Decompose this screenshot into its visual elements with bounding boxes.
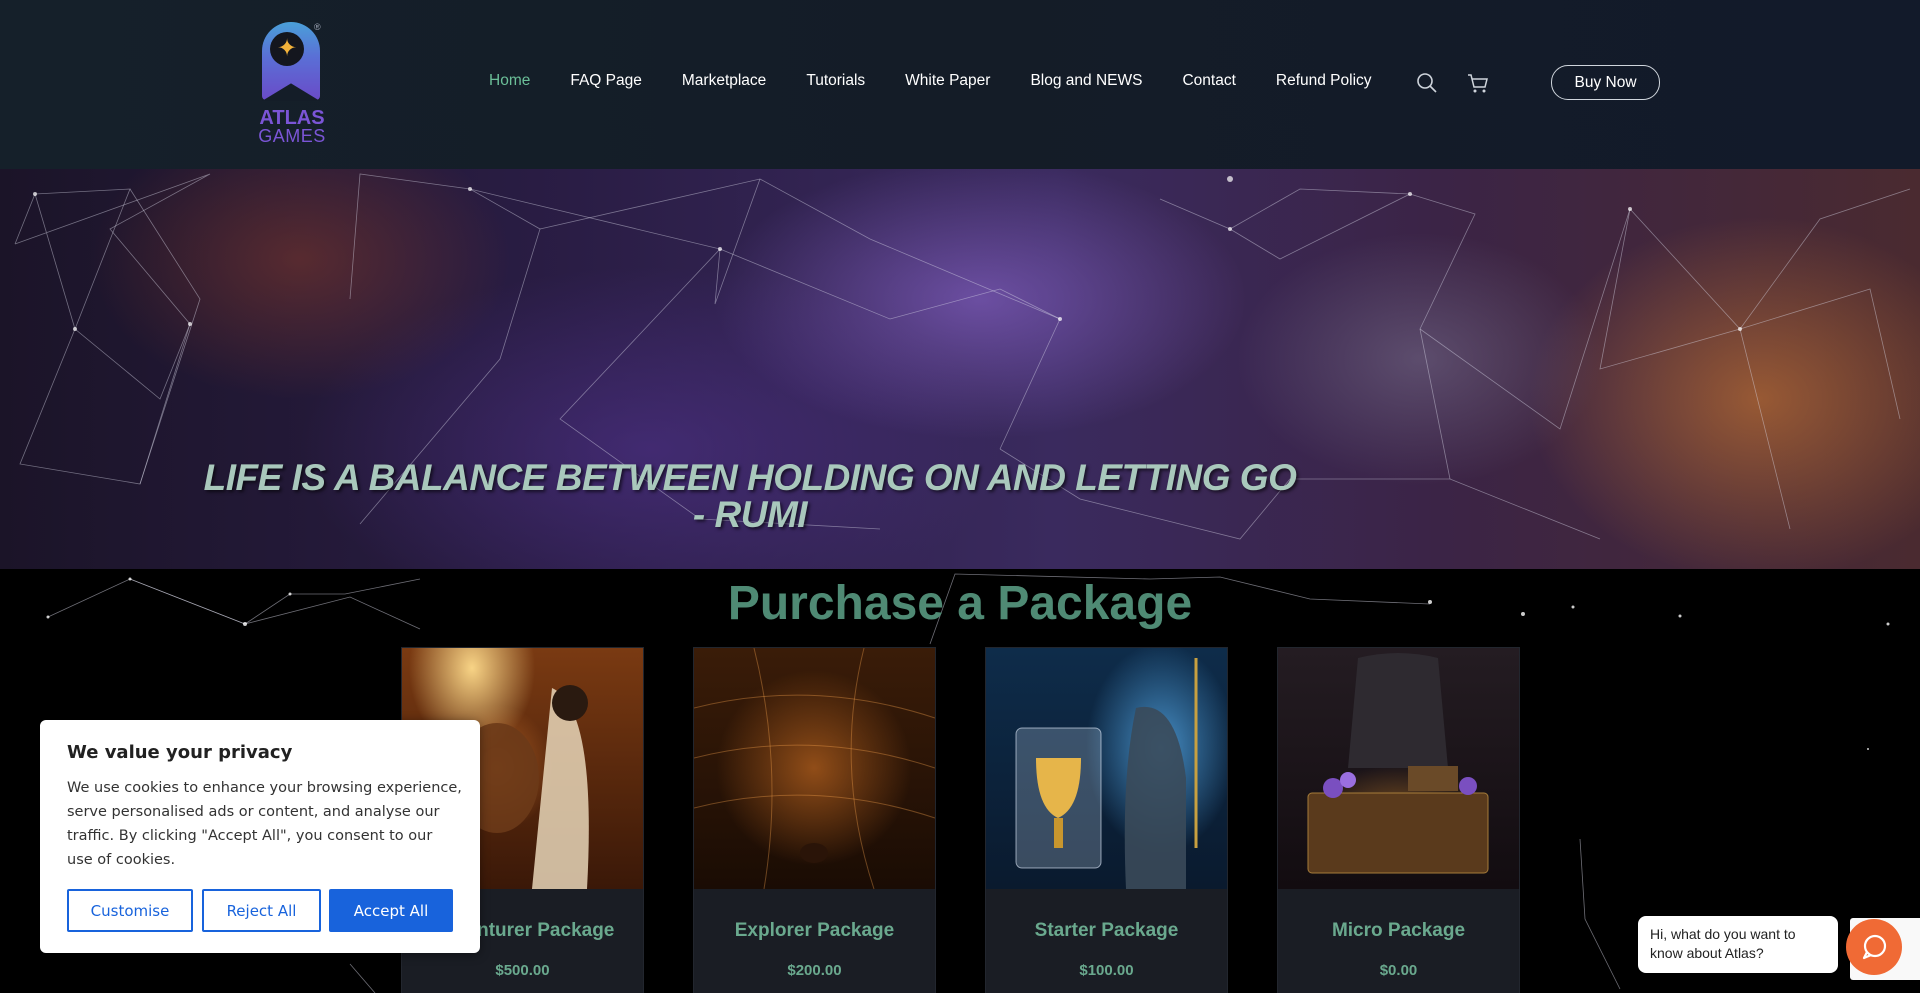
package-price: $200.00 bbox=[787, 962, 842, 979]
package-image bbox=[694, 648, 935, 889]
package-card-starter[interactable]: Starter Package $100.00 bbox=[985, 647, 1228, 993]
cookie-consent-banner: We value your privacy We use cookies to … bbox=[40, 720, 480, 953]
site-header: ✦ ® ATLAS GAMES Home FAQ Page Marketplac… bbox=[0, 0, 1920, 169]
customise-button[interactable]: Customise bbox=[67, 889, 193, 932]
nav-white-paper[interactable]: White Paper bbox=[905, 72, 990, 90]
nav-home[interactable]: Home bbox=[489, 72, 530, 90]
package-price: $500.00 bbox=[495, 962, 550, 979]
chat-launcher-button[interactable] bbox=[1846, 919, 1902, 975]
package-image bbox=[986, 648, 1227, 889]
registered-mark: ® bbox=[314, 22, 321, 32]
package-title: Explorer Package bbox=[734, 920, 895, 941]
atlas-games-logo[interactable]: ✦ ® ATLAS GAMES bbox=[258, 22, 326, 146]
search-icon[interactable] bbox=[1416, 72, 1438, 94]
star-icon: ✦ bbox=[270, 32, 304, 66]
package-image bbox=[1278, 648, 1519, 889]
buy-now-button[interactable]: Buy Now bbox=[1551, 65, 1660, 100]
cookie-text: We use cookies to enhance your browsing … bbox=[67, 780, 462, 868]
reject-all-button[interactable]: Reject All bbox=[202, 889, 321, 932]
accept-all-button[interactable]: Accept All bbox=[329, 889, 453, 932]
hero-banner: LIFE IS A BALANCE BETWEEN HOLDING ON AND… bbox=[0, 169, 1920, 569]
package-price: $0.00 bbox=[1379, 962, 1418, 979]
chat-greeting-bubble[interactable]: Hi, what do you want to know about Atlas… bbox=[1638, 916, 1838, 973]
nav-contact[interactable]: Contact bbox=[1182, 72, 1235, 90]
package-title: Starter Package bbox=[1034, 920, 1179, 941]
section-title: Purchase a Package bbox=[727, 577, 1193, 630]
package-card-micro[interactable]: Micro Package $0.00 bbox=[1277, 647, 1520, 993]
cookie-title: We value your privacy bbox=[67, 742, 293, 763]
package-card-explorer[interactable]: Explorer Package $200.00 bbox=[693, 647, 936, 993]
main-nav: Home FAQ Page Marketplace Tutorials Whit… bbox=[489, 72, 1372, 90]
chat-icon bbox=[1862, 934, 1887, 960]
nav-marketplace[interactable]: Marketplace bbox=[682, 72, 766, 90]
package-price: $100.00 bbox=[1079, 962, 1134, 979]
hero-quote: LIFE IS A BALANCE BETWEEN HOLDING ON AND… bbox=[203, 457, 1297, 535]
package-art bbox=[1307, 653, 1489, 874]
nav-faq-page[interactable]: FAQ Page bbox=[570, 72, 642, 90]
cart-icon[interactable] bbox=[1467, 72, 1489, 94]
package-title: Micro Package bbox=[1331, 920, 1466, 941]
nav-refund-policy[interactable]: Refund Policy bbox=[1276, 72, 1372, 90]
logo-text-games: GAMES bbox=[258, 126, 326, 146]
nav-tutorials[interactable]: Tutorials bbox=[806, 72, 865, 90]
nav-blog-and-news[interactable]: Blog and NEWS bbox=[1030, 72, 1142, 90]
package-art bbox=[694, 648, 935, 889]
package-art bbox=[1015, 658, 1198, 889]
